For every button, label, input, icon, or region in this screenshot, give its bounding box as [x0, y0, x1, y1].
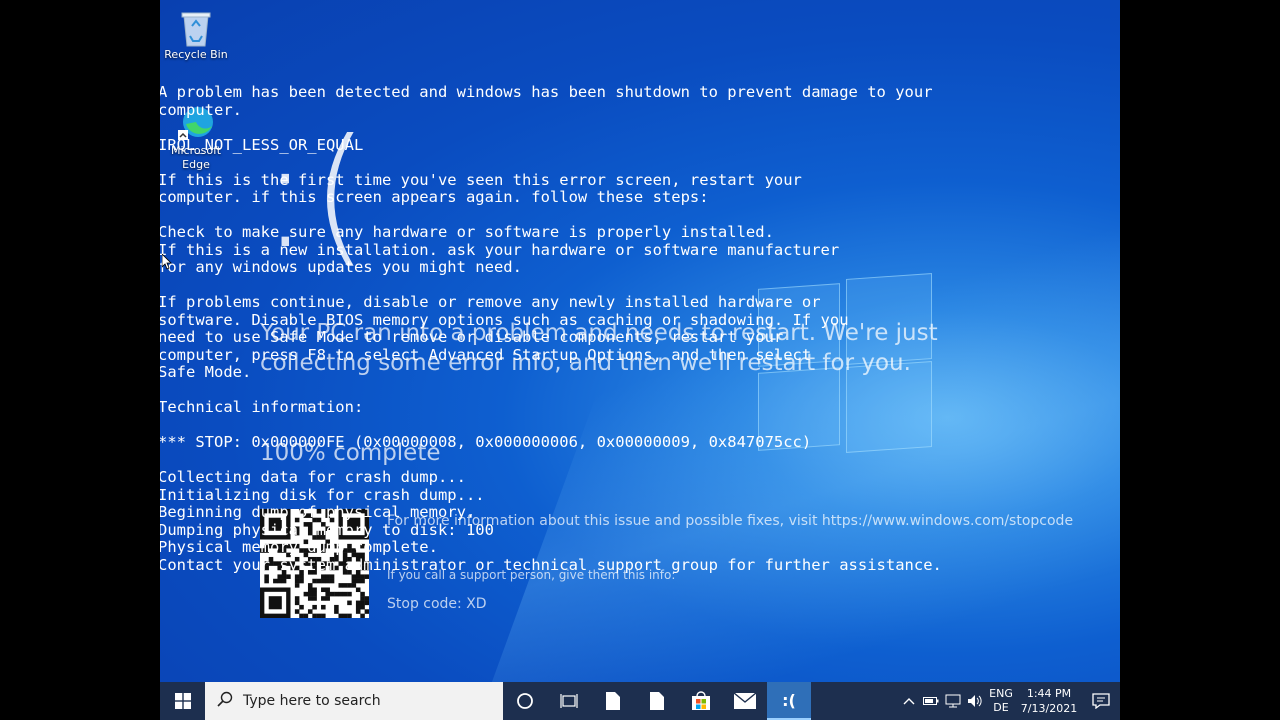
bsod-line: Dumping physical memory to disk: 100 — [160, 520, 494, 539]
clock-date: 7/13/2021 — [1020, 702, 1078, 715]
bsod-line — [160, 382, 1118, 400]
bsod-line: Safe Mode. — [160, 363, 252, 381]
store-icon — [692, 691, 710, 710]
document-icon — [606, 692, 620, 710]
task-view-button[interactable] — [547, 682, 591, 720]
desktop-icon-recycle-bin[interactable]: Recycle Bin — [164, 8, 228, 61]
cortana-icon — [517, 693, 533, 709]
network-icon — [945, 694, 961, 708]
volume-tray-button[interactable] — [964, 694, 986, 708]
bsod-line — [160, 119, 1118, 137]
network-tray-button[interactable] — [942, 694, 964, 708]
language-code: ENG — [989, 687, 1013, 700]
bsod-line: for any windows updates you might need. — [160, 258, 522, 276]
document-icon — [650, 692, 664, 710]
bsod-line: If this is a new installation. ask your … — [160, 240, 840, 259]
desktop: Recycle Bin Microsoft Edge :( Your PC ra… — [160, 0, 1120, 720]
search-placeholder: Type here to search — [243, 693, 381, 709]
keyboard-layout: DE — [993, 701, 1009, 714]
bsod-line: If problems continue, disable or remove … — [160, 293, 821, 311]
windows-start-icon — [174, 693, 191, 709]
show-hidden-icons-button[interactable] — [898, 697, 920, 705]
bsod-line: Technical information: — [160, 398, 364, 416]
taskbar-app-mail[interactable] — [723, 682, 767, 720]
bsod-line — [160, 452, 1118, 470]
cortana-button[interactable] — [503, 682, 547, 720]
bsod-line: Check to make sure any hardware or softw… — [160, 223, 774, 241]
mail-icon — [734, 693, 756, 709]
bsod-line: Contact your system administrator or tec… — [160, 555, 942, 574]
bsod-line: Collecting data for crash dump... — [160, 468, 466, 486]
taskbar-app-file-1[interactable] — [591, 682, 635, 720]
bsod-text-block: A problem has been detected and windows … — [160, 83, 1118, 574]
bsod-line: *** STOP: 0x000000FE (0x00000008, 0x0000… — [160, 433, 812, 451]
bsod-line: Beginning dump of physical memory. — [160, 503, 476, 521]
bsod-line: computer. — [160, 100, 242, 119]
clock-button[interactable]: 1:44 PM 7/13/2021 — [1016, 686, 1082, 716]
taskbar-search-box[interactable]: Type here to search — [205, 682, 503, 720]
bsod-line — [160, 277, 1118, 295]
action-center-button[interactable] — [1082, 693, 1120, 709]
mouse-cursor-icon — [161, 253, 172, 270]
bsod-line — [160, 154, 1118, 172]
task-view-icon — [560, 694, 578, 708]
start-button[interactable] — [160, 682, 205, 720]
bsod-line: software. Disable BIOS memory options su… — [160, 310, 849, 329]
chevron-up-icon — [903, 698, 915, 705]
bsod-line: A problem has been detected and windows … — [160, 83, 933, 101]
taskbar-app-bsod[interactable]: :( — [767, 682, 811, 720]
bsod-line — [160, 417, 1118, 435]
taskbar: Type here to search :(ENG DE 1:44 PM 7/… — [160, 682, 1120, 720]
active-app-label: :( — [782, 690, 796, 710]
search-icon — [217, 691, 233, 711]
bsod-line: Initializing disk for crash dump... — [160, 485, 485, 504]
input-language-button[interactable]: ENG DE — [986, 687, 1016, 715]
bsod-line: Physical memory dump complete. — [160, 538, 438, 556]
notification-icon — [1092, 693, 1110, 709]
bsod-line: computer, press F8 to select Advanced St… — [160, 345, 812, 364]
taskbar-app-file-2[interactable] — [635, 682, 679, 720]
clock-time: 1:44 PM — [1026, 687, 1072, 700]
taskbar-app-store[interactable] — [679, 682, 723, 720]
bsod-line: If this is the first time you've seen th… — [160, 170, 802, 189]
stop-code: Stop code: XD — [387, 596, 487, 612]
speaker-icon — [968, 695, 982, 707]
desktop-icon-label: Recycle Bin — [164, 48, 228, 61]
bsod-line: need to use Safe Mode to remove or disab… — [160, 328, 784, 346]
battery-tray-button[interactable] — [920, 696, 942, 706]
bsod-line: computer. if this screen appears again. … — [160, 188, 709, 206]
system-tray: ENG DE 1:44 PM 7/13/2021 — [898, 682, 1120, 720]
bsod-line: IRQL_NOT_LESS_OR_EQUAL — [160, 135, 364, 154]
recycle-bin-icon — [178, 8, 214, 47]
battery-icon — [923, 697, 939, 705]
bsod-line — [160, 207, 1118, 225]
